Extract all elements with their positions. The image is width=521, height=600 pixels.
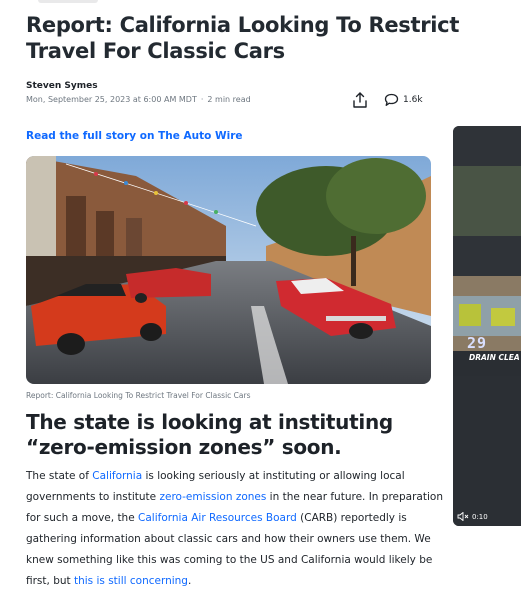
comments-button[interactable]: 1.6k xyxy=(384,93,423,107)
share-icon xyxy=(353,92,367,108)
meta-separator: · xyxy=(200,95,204,104)
link-zero-emission-zones[interactable]: zero-emission zones xyxy=(159,491,266,503)
publish-date: Mon, September 25, 2023 at 6:00 AM MDT xyxy=(26,95,197,104)
image-caption: Report: California Looking To Restrict T… xyxy=(26,391,251,400)
video-preview[interactable]: 29 DRAIN CLEA 0:10 xyxy=(453,126,521,526)
article-actions: 1.6k xyxy=(350,91,423,109)
link-still-concerning[interactable]: this is still concerning xyxy=(74,575,188,587)
article-subheading: The state is looking at instituting “zer… xyxy=(26,410,393,459)
video-overlay-number: 29 xyxy=(467,334,488,352)
author-name[interactable]: Steven Symes xyxy=(26,81,251,91)
muted-speaker-icon[interactable] xyxy=(457,512,469,521)
read-full-story-link[interactable]: Read the full story on The Auto Wire xyxy=(26,130,243,142)
comment-count: 1.6k xyxy=(403,95,423,105)
link-carb[interactable]: California Air Resources Board xyxy=(138,512,297,524)
comment-bubble-icon xyxy=(384,93,399,106)
share-button[interactable] xyxy=(350,91,370,109)
top-bar xyxy=(0,0,521,6)
hero-image xyxy=(26,156,431,384)
article-paragraph: The state of California is looking serio… xyxy=(26,466,446,592)
video-overlay-text: DRAIN CLEA xyxy=(469,353,520,362)
video-time: 0:10 xyxy=(472,512,488,521)
byline: Steven Symes Mon, September 25, 2023 at … xyxy=(26,81,251,104)
read-time: 2 min read xyxy=(207,95,251,104)
top-bar-handle xyxy=(38,0,98,3)
video-controls: 0:10 xyxy=(457,512,488,521)
paragraph-text: The state of xyxy=(26,470,93,482)
article-headline: Report: California Looking To Restrict T… xyxy=(26,13,460,63)
video-frame xyxy=(453,126,521,526)
article-meta: Mon, September 25, 2023 at 6:00 AM MDT · 2… xyxy=(26,95,251,104)
paragraph-text: . xyxy=(187,575,192,587)
link-california[interactable]: California xyxy=(92,470,142,482)
